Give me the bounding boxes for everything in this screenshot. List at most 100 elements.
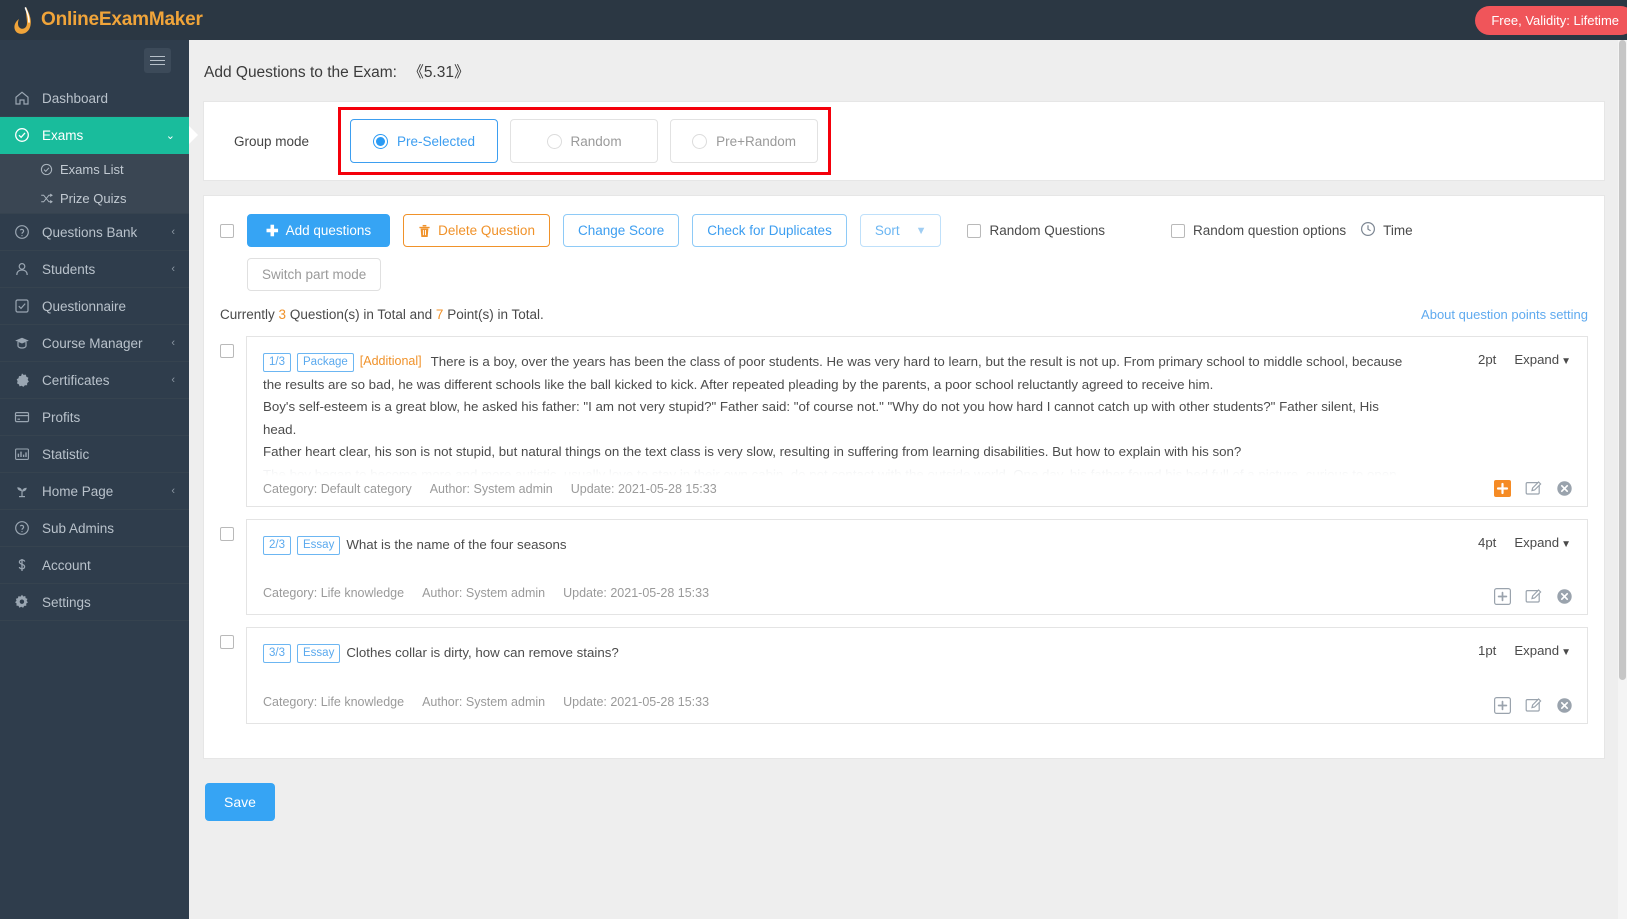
random-question-options-checkbox-row[interactable]: Random question options [1171, 223, 1346, 238]
vertical-scrollbar[interactable] [1618, 40, 1627, 919]
sidebar-item-label: Account [42, 557, 91, 573]
question-circle-icon [14, 224, 34, 240]
question-text-line: head. [263, 421, 297, 437]
sidebar-item-course-manager[interactable]: Course Manager ‹ [0, 325, 189, 362]
question-card: 2/3 Essay What is the name of the four sea… [246, 518, 1588, 615]
check-circle-icon [14, 127, 34, 143]
edit-icon[interactable] [1525, 588, 1542, 605]
sidebar-item-exams[interactable]: Exams ⌄ [0, 117, 189, 154]
question-points: 4pt [1478, 534, 1497, 550]
group-mode-highlight-box: Pre-Selected Random Pre+Random [338, 107, 832, 175]
question-select-checkbox[interactable] [220, 526, 234, 541]
select-all-checkbox[interactable] [220, 223, 234, 238]
add-icon[interactable] [1494, 479, 1511, 497]
close-icon[interactable] [1556, 480, 1573, 497]
gear-icon [14, 594, 34, 610]
check-circle-icon [40, 163, 53, 176]
sidebar-item-label: Certificates [42, 372, 110, 388]
about-question-points-link[interactable]: About question points setting [1421, 307, 1588, 322]
question-first-line: 3/3 Essay Clothes collar is dirty, how can… [263, 642, 1443, 665]
sidebar-item-prize-quizs[interactable]: Prize Quizs [0, 184, 189, 214]
expand-toggle[interactable]: Expand ▼ [1514, 535, 1571, 550]
summary-suffix: Point(s) in Total. [447, 307, 544, 322]
point-count: 7 [435, 307, 444, 322]
group-mode-label: Group mode [234, 133, 310, 149]
random-questions-label: Random Questions [989, 223, 1106, 238]
question-type-tag: Essay [297, 644, 341, 663]
question-category: Category: Life knowledge [263, 694, 405, 709]
summary-prefix: Currently [220, 307, 275, 322]
sidebar-item-label: Students [42, 261, 96, 277]
sidebar-item-statistic[interactable]: Statistic [0, 436, 189, 473]
random-questions-checkbox[interactable] [967, 223, 982, 238]
chevron-left-icon: ‹ [171, 263, 175, 275]
sidebar-subitem-label: Exams List [60, 161, 124, 177]
exam-name: 《5.31》 [408, 64, 470, 81]
sidebar-subitem-label: Prize Quizs [60, 191, 127, 206]
question-select-checkbox[interactable] [220, 635, 234, 649]
group-mode-option-random[interactable]: Random [510, 119, 659, 163]
question-text-line-truncated: The boy began to become more and more au… [263, 466, 1397, 476]
group-mode-option-pre-random[interactable]: Pre+Random [670, 119, 819, 163]
sidebar-item-home-page[interactable]: Home Page ‹ [0, 473, 189, 510]
add-icon[interactable] [1494, 588, 1512, 606]
question-body: 3/3 Essay Clothes collar is dirty, how can… [263, 642, 1451, 689]
topbar: Free, Validity: Lifetime [189, 0, 1627, 40]
question-header: 2/3 Essay What is the name of the four sea… [263, 534, 1571, 581]
question-row: 1/3 Package [Additional] There is a boy, ov… [220, 336, 1588, 507]
random-question-options-checkbox[interactable] [1171, 223, 1186, 238]
bar-chart-icon [14, 446, 34, 462]
question-header: 1/3 Package [Additional] There is a boy, ov… [263, 351, 1571, 476]
dollar-icon [14, 557, 34, 573]
sort-button[interactable]: Sort ▼ [859, 214, 942, 247]
option-label: Pre-Selected [397, 133, 476, 149]
chevron-left-icon: ‹ [171, 485, 175, 497]
close-icon[interactable] [1556, 697, 1573, 714]
page-title: Add Questions to the Exam: 《5.31》 [189, 40, 1627, 82]
question-select-checkbox[interactable] [220, 344, 234, 358]
sidebar-item-sub-admins[interactable]: Sub Admins [0, 510, 189, 547]
checkbox-icon [14, 298, 34, 314]
expand-toggle[interactable]: Expand ▼ [1514, 643, 1571, 658]
expand-label: Expand [1514, 352, 1560, 367]
hamburger-icon[interactable] [144, 47, 171, 73]
graduation-cap-icon [14, 335, 34, 351]
edit-icon[interactable] [1525, 480, 1542, 497]
sort-label: Sort [874, 223, 900, 238]
random-questions-checkbox-row[interactable]: Random Questions [967, 223, 1105, 238]
question-row: 3/3 Essay Clothes collar is dirty, how can… [220, 627, 1588, 724]
brand-logo-area[interactable]: OnlineExamMaker [0, 0, 203, 40]
clock-icon [1360, 221, 1376, 240]
sidebar-item-certificates[interactable]: Certificates ‹ [0, 362, 189, 399]
app-root: OnlineExamMaker Dashboard Exams ⌄ Exams … [0, 0, 1627, 919]
edit-icon[interactable] [1525, 697, 1542, 714]
save-button[interactable]: Save [205, 782, 275, 821]
expand-toggle[interactable]: Expand ▼ [1514, 352, 1571, 367]
group-mode-panel: Group mode Pre-Selected Random Pre+Rando… [203, 101, 1605, 181]
sidebar-item-questions-bank[interactable]: Questions Bank ‹ [0, 214, 189, 251]
sidebar-item-settings[interactable]: Settings [0, 584, 189, 621]
scrollbar-thumb[interactable] [1619, 40, 1626, 680]
sidebar-item-students[interactable]: Students ‹ [0, 251, 189, 288]
sidebar-item-account[interactable]: Account [0, 547, 189, 584]
question-text-line: What is the name of the four seasons [346, 536, 567, 552]
sidebar-item-exams-list[interactable]: Exams List [0, 154, 189, 184]
sidebar-item-dashboard[interactable]: Dashboard [0, 80, 189, 117]
add-questions-button[interactable]: ✚ Add questions [247, 214, 391, 247]
home-icon [14, 90, 34, 106]
switch-part-mode-button[interactable]: Switch part mode [247, 258, 382, 291]
change-score-button[interactable]: Change Score [562, 214, 680, 247]
toolbar-row-secondary: Switch part mode [204, 247, 1604, 291]
check-duplicates-button[interactable]: Check for Duplicates [692, 214, 847, 247]
question-author: Author: System admin [422, 586, 546, 600]
delete-question-button[interactable]: Delete Question [403, 214, 550, 247]
group-mode-option-pre-selected[interactable]: Pre-Selected [350, 119, 499, 163]
close-icon[interactable] [1556, 588, 1573, 605]
time-button[interactable]: Time [1360, 221, 1413, 240]
sidebar-item-label: Sub Admins [42, 520, 115, 536]
sidebar-item-questionnaire[interactable]: Questionnaire [0, 288, 189, 325]
radio-icon [546, 133, 562, 149]
sidebar-item-profits[interactable]: Profits [0, 399, 189, 436]
add-icon[interactable] [1494, 696, 1512, 714]
